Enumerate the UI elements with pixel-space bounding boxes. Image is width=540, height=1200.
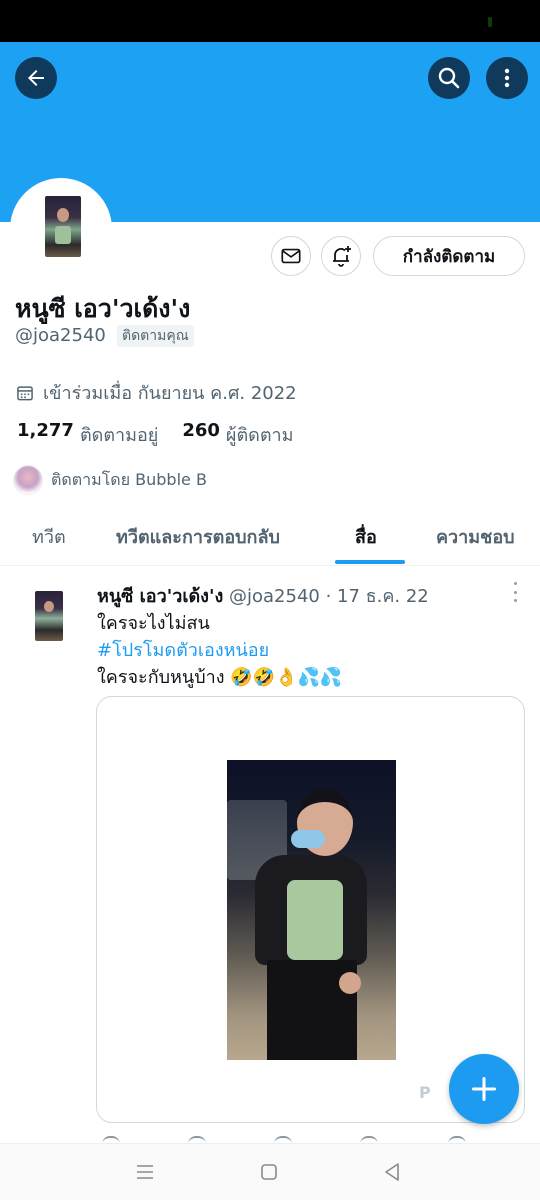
more-options-button[interactable] xyxy=(486,57,528,99)
profile-handle: @joa2540 xyxy=(15,325,106,346)
tweet-photo[interactable] xyxy=(227,760,396,1060)
compose-button[interactable] xyxy=(449,1054,519,1124)
profile-tabs: ทวีต ทวีตและการตอบกลับ สื่อ ความชอบ xyxy=(0,508,540,566)
plus-icon xyxy=(471,1076,497,1102)
followers-label[interactable]: ผู้ติดตาม xyxy=(226,420,294,449)
tweet-text-line: ใครจะกับหนูบ้าง 🤣🤣👌💦💦 xyxy=(97,667,343,688)
tweet-media-card[interactable]: P xyxy=(96,696,525,1123)
tweet-meta: @joa2540 · 17 ธ.ค. 22 xyxy=(229,586,429,607)
following-label[interactable]: ติดตามอยู่ xyxy=(80,420,158,449)
followers-count[interactable]: 260 xyxy=(182,420,220,449)
following-button[interactable]: กำลังติดตาม xyxy=(373,236,525,276)
status-indicator-icon xyxy=(488,17,492,27)
tweet-author-name[interactable]: หนูซี เอว'วเด้ง'ง xyxy=(97,586,223,607)
followed-by-text: ติดตามโดย Bubble B xyxy=(51,469,207,489)
profile-avatar[interactable] xyxy=(45,196,81,257)
mail-icon xyxy=(281,248,301,264)
back-button[interactable] xyxy=(15,57,57,99)
tab-tweets[interactable]: ทวีต xyxy=(32,508,66,564)
system-back-button[interactable] xyxy=(380,1160,404,1184)
more-vertical-icon xyxy=(504,68,510,88)
notification-button[interactable] xyxy=(321,236,361,276)
search-button[interactable] xyxy=(428,57,470,99)
tab-media[interactable]: สื่อ xyxy=(355,508,377,564)
message-button[interactable] xyxy=(271,236,311,276)
active-tab-indicator xyxy=(335,560,405,564)
back-arrow-icon xyxy=(28,70,44,86)
recent-apps-button[interactable] xyxy=(133,1160,157,1184)
following-count[interactable]: 1,277 xyxy=(17,420,74,449)
tweet-avatar[interactable] xyxy=(35,591,63,641)
tweet-more-icon[interactable] xyxy=(507,582,523,602)
tab-tweets-and-replies[interactable]: ทวีตและการตอบกลับ xyxy=(116,508,280,564)
calendar-icon xyxy=(17,385,33,400)
follow-counts: 1,277 ติดตามอยู่ 260 ผู้ติดตาม xyxy=(17,420,312,449)
menu-lines-icon xyxy=(137,1165,153,1179)
tweet-actions xyxy=(96,1128,525,1142)
home-button[interactable] xyxy=(257,1160,281,1184)
follower-avatar xyxy=(13,465,43,495)
system-nav-bar xyxy=(0,1143,540,1200)
joined-text: เข้าร่วมเมื่อ กันยายน ค.ศ. 2022 xyxy=(43,383,297,404)
search-icon xyxy=(438,67,460,89)
profile-name: หนูซี เอว'วเด้ง'ง xyxy=(15,294,191,323)
joined-date: เข้าร่วมเมื่อ กันยายน ค.ศ. 2022 xyxy=(15,378,297,407)
triangle-back-icon xyxy=(385,1163,399,1181)
tweet-hashtag[interactable]: #โปรโมดตัวเองหน่อย xyxy=(97,635,269,664)
status-bar xyxy=(0,0,540,42)
watermark: P xyxy=(419,1083,431,1102)
bell-plus-icon xyxy=(333,246,351,267)
followed-by[interactable]: ติดตามโดย Bubble B xyxy=(13,465,207,495)
tweet-text-line: ใครจะไงไม่สน xyxy=(97,613,210,634)
tab-likes[interactable]: ความชอบ xyxy=(436,508,515,564)
square-icon xyxy=(261,1164,277,1180)
tweet-header: หนูซี เอว'วเด้ง'ง @joa2540 · 17 ธ.ค. 22 xyxy=(97,581,429,610)
follows-you-badge: ติดตามคุณ xyxy=(117,325,194,347)
